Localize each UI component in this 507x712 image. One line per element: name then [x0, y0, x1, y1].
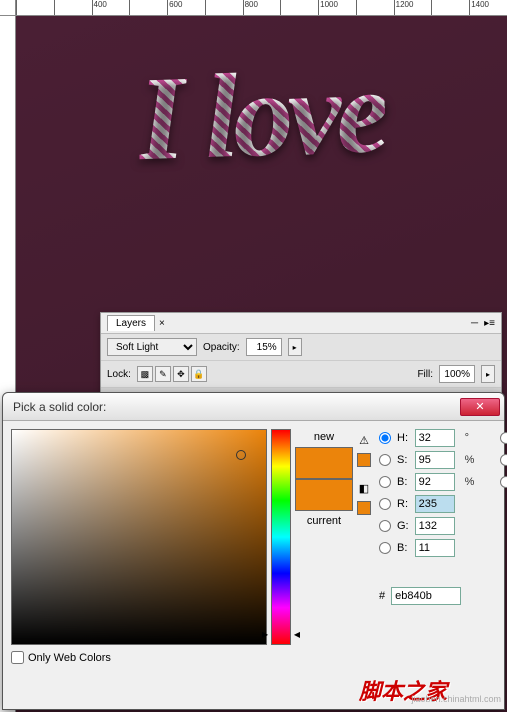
label-g: G: [397, 520, 409, 532]
unit-h: ° [465, 432, 475, 444]
ruler-tick [356, 0, 394, 15]
radio-g[interactable] [379, 520, 391, 532]
color-marker-icon[interactable] [236, 450, 246, 460]
input-hex[interactable] [391, 587, 461, 605]
ruler-tick [16, 0, 54, 15]
layers-blend-row: Soft Light Opacity: ▸ [101, 334, 501, 361]
opacity-flyout-icon[interactable]: ▸ [288, 338, 302, 356]
ruler-tick [54, 0, 92, 15]
ruler-tick [129, 0, 167, 15]
lock-icons-group: ▩ ✎ ✥ 🔒 [137, 366, 207, 382]
color-picker-dialog: Pick a solid color: ✕ new current [2, 392, 505, 710]
minimize-icon[interactable]: ─ [471, 318, 478, 329]
ruler-tick: 1000 [318, 0, 356, 15]
color-fields: H:° L: S:% a: B:% b: R: C:% G: M:% B: Y:… [379, 429, 507, 579]
ruler-tick [280, 0, 318, 15]
websafe-warning-icon[interactable]: ◧ [357, 481, 371, 495]
ruler-horizontal[interactable]: 400 600 800 1000 1200 1400 [16, 0, 507, 16]
unit-bb: % [465, 476, 475, 488]
opacity-input[interactable] [246, 338, 282, 356]
close-button[interactable]: ✕ [460, 398, 500, 416]
fill-flyout-icon[interactable]: ▸ [481, 365, 495, 383]
unit-s: % [465, 454, 475, 466]
candy-text: I love [136, 42, 387, 189]
layers-tab[interactable]: Layers [107, 315, 155, 331]
label-bb: B: [397, 476, 409, 488]
ruler-tick: 1400 [469, 0, 507, 15]
only-web-colors-checkbox[interactable]: Only Web Colors [11, 651, 371, 664]
layers-panel-header[interactable]: Layers × ─ ▸≡ [101, 313, 501, 334]
ruler-tick: 800 [243, 0, 281, 15]
lock-all-icon[interactable]: 🔒 [191, 366, 207, 382]
lock-transparent-icon[interactable]: ▩ [137, 366, 153, 382]
input-g[interactable] [415, 517, 455, 535]
radio-b2[interactable] [500, 476, 507, 488]
hex-label: # [379, 590, 385, 602]
ruler-tick: 400 [92, 0, 130, 15]
input-h[interactable] [415, 429, 455, 447]
only-web-label: Only Web Colors [28, 652, 111, 664]
gamut-warning-icon[interactable]: ⚠ [357, 433, 371, 447]
input-s[interactable] [415, 451, 455, 469]
ruler-corner [0, 0, 16, 16]
label-b: B: [397, 542, 409, 554]
radio-s[interactable] [379, 454, 391, 466]
blend-mode-select[interactable]: Soft Light [107, 338, 197, 356]
opacity-label: Opacity: [203, 342, 240, 353]
label-h: H: [397, 432, 409, 444]
input-bb[interactable] [415, 473, 455, 491]
dialog-titlebar[interactable]: Pick a solid color: ✕ [3, 393, 504, 421]
ruler-tick: 1200 [394, 0, 432, 15]
ruler-tick: 600 [167, 0, 205, 15]
ruler-tick [205, 0, 243, 15]
radio-a[interactable] [500, 454, 507, 466]
lock-label: Lock: [107, 369, 131, 380]
label-r: R: [397, 498, 409, 510]
saturation-value-field[interactable] [11, 429, 267, 645]
panel-menu-icon[interactable]: ▸≡ [484, 318, 495, 329]
dialog-title: Pick a solid color: [13, 400, 460, 414]
ruler-tick [431, 0, 469, 15]
fill-input[interactable] [439, 365, 475, 383]
hue-slider[interactable] [271, 429, 291, 645]
new-color-swatch [295, 447, 353, 479]
fill-label: Fill: [417, 369, 433, 380]
input-r[interactable] [415, 495, 455, 513]
input-b[interactable] [415, 539, 455, 557]
lock-position-icon[interactable]: ✥ [173, 366, 189, 382]
radio-b[interactable] [379, 542, 391, 554]
websafe-swatch[interactable] [357, 501, 371, 515]
radio-h[interactable] [379, 432, 391, 444]
current-label: current [307, 515, 341, 527]
radio-l[interactable] [500, 432, 507, 444]
lock-pixels-icon[interactable]: ✎ [155, 366, 171, 382]
new-label: new [314, 431, 334, 443]
gamut-swatch[interactable] [357, 453, 371, 467]
current-color-swatch[interactable] [295, 479, 353, 511]
only-web-colors-input[interactable] [11, 651, 24, 664]
label-s: S: [397, 454, 409, 466]
radio-r[interactable] [379, 498, 391, 510]
radio-bb[interactable] [379, 476, 391, 488]
close-icon[interactable]: × [159, 318, 165, 329]
layers-lock-row: Lock: ▩ ✎ ✥ 🔒 Fill: ▸ [101, 361, 501, 388]
